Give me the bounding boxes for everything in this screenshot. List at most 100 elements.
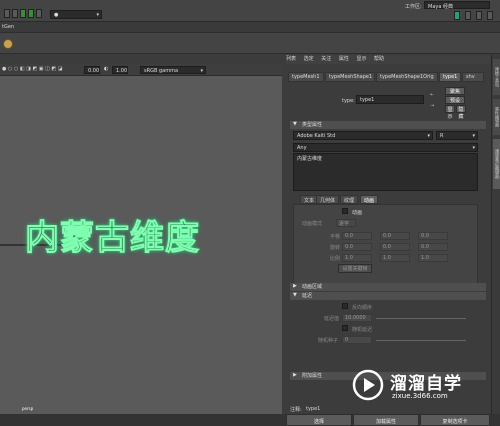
random-seed-label: 随机种子	[318, 338, 339, 344]
random-delay-label: 随机延迟	[352, 327, 373, 333]
tool-icon[interactable]	[20, 9, 26, 18]
reverse-order-checkbox[interactable]	[342, 303, 348, 309]
menu-item[interactable]: 帮助	[374, 56, 384, 62]
animate-label: 动画	[352, 210, 363, 216]
play-logo-icon	[352, 369, 384, 401]
delay-slider[interactable]	[376, 318, 466, 319]
workspace-label: 工作区:	[405, 4, 422, 10]
tab-modeling-toolkit[interactable]: 建模工具包	[493, 59, 500, 95]
watermark-brand: 溜溜自学	[390, 374, 462, 394]
chevron-down-icon: ▾	[96, 12, 99, 18]
tab-attribute-editor[interactable]: 属性编辑器	[493, 99, 500, 135]
reverse-order-label: 反向顺序	[352, 305, 373, 311]
font-dropdown[interactable]: Adobe Kaiti Std ▾	[293, 131, 433, 140]
gamma-field[interactable]: 1.00	[112, 66, 128, 74]
random-delay-checkbox[interactable]	[342, 325, 348, 331]
tab-shv[interactable]: shv	[462, 72, 484, 82]
focus-button[interactable]: 聚焦	[445, 87, 465, 95]
layout-icon[interactable]	[465, 11, 471, 20]
translate-x-field[interactable]: 0.0	[342, 232, 372, 240]
writing-system-dropdown[interactable]: Any ▾	[293, 143, 478, 152]
tool-icon[interactable]	[12, 9, 18, 18]
layout-icon[interactable]	[454, 11, 460, 20]
rotate-y-field[interactable]: 0.0	[380, 243, 410, 251]
input-connection-icon[interactable]: ⇠	[430, 92, 434, 98]
scale-x-field[interactable]: 1.0	[342, 254, 372, 262]
mode-dropdown[interactable]: ● ▾	[50, 10, 102, 19]
workspace-dropdown[interactable]: Maya 经典	[424, 1, 490, 10]
presets-button[interactable]: 预设	[445, 96, 465, 104]
chevron-down-icon: ▾	[472, 133, 475, 139]
layout-icon[interactable]	[487, 11, 493, 20]
load-attributes-button[interactable]: 加载属性	[353, 414, 419, 426]
select-button[interactable]: 选择	[286, 414, 352, 426]
panel-icons[interactable]: ● ○ ○ ◧ ◨ ◩ ▣ ◫ ◩ ◪	[2, 66, 62, 72]
copy-tab-button[interactable]: 复制选项卡	[420, 414, 490, 426]
watermark: 溜溜自学 zixue.3d66.com	[352, 365, 482, 407]
menu-item[interactable]: 属性	[339, 56, 349, 62]
node-tabs: typeMesh1 typeMeshShape1 typeMeshShape1O…	[286, 72, 490, 82]
section-animation-area[interactable]: ▶ 动画区域	[290, 283, 486, 291]
type-name-field[interactable]: type1	[356, 95, 424, 104]
3d-text[interactable]: 内蒙古维度	[25, 210, 200, 259]
translate-z-field[interactable]: 0.0	[418, 232, 448, 240]
tool-icon[interactable]	[4, 9, 10, 18]
menu-item[interactable]: 列表	[286, 56, 296, 62]
chevron-down-icon: ▾	[200, 68, 203, 74]
tool-icon[interactable]	[28, 9, 34, 18]
shelf	[0, 32, 500, 54]
section-delay[interactable]: ▼ 延迟	[290, 292, 486, 300]
hide-button[interactable]: 隐藏	[456, 105, 466, 120]
layout-icon[interactable]	[476, 11, 482, 20]
delay-field[interactable]: 10.0000	[342, 314, 372, 322]
output-connection-icon[interactable]: ⇢	[430, 103, 434, 109]
tab-channel-box[interactable]: 通道盒/层编辑器	[493, 139, 500, 189]
anim-mode-dropdown[interactable]: 逐字	[336, 219, 356, 227]
watermark-url: zixue.3d66.com	[392, 392, 448, 400]
type-label: type:	[342, 98, 355, 104]
scale-y-field[interactable]: 1.0	[380, 254, 410, 262]
tab-texture[interactable]: 纹理	[340, 195, 359, 204]
random-seed-field[interactable]: 0	[342, 336, 372, 344]
gamma-icon: ◐	[104, 66, 109, 72]
menu-item[interactable]: 关注	[321, 56, 331, 62]
triangle-down-icon: ▼	[293, 121, 297, 127]
scale-z-field[interactable]: 1.0	[418, 254, 448, 262]
rotate-z-field[interactable]: 0.0	[418, 243, 448, 251]
tab-animation[interactable]: 动画	[360, 195, 379, 204]
viewport-toolbar: ● ○ ○ ◧ ◨ ◩ ▣ ◫ ◩ ◪ 0.00 ◐ 1.00 sRGB gam…	[0, 64, 282, 76]
triangle-right-icon: ▶	[293, 283, 297, 289]
menu-item[interactable]: 显示	[356, 56, 366, 62]
notes-value: type1	[306, 406, 321, 412]
tab-typemesh1[interactable]: typeMesh1	[288, 72, 324, 82]
tool-icon[interactable]	[36, 9, 42, 18]
animate-checkbox[interactable]	[342, 208, 348, 214]
chevron-down-icon: ▾	[472, 145, 475, 151]
tab-typemeshshape1orig[interactable]: typeMeshShape1Orig	[376, 72, 438, 82]
menu-item[interactable]: 选定	[304, 56, 314, 62]
user-icon: ●	[54, 12, 59, 18]
section-type-attributes[interactable]: ▼ 类型属性	[290, 121, 486, 129]
random-seed-slider[interactable]	[376, 340, 466, 341]
translate-label: 平移	[330, 234, 341, 240]
triangle-right-icon: ▶	[293, 372, 297, 378]
anim-mode-label: 动画模式	[302, 221, 323, 227]
tab-geometry[interactable]: 几何体	[316, 195, 340, 204]
set-keyframe-button[interactable]: 设置关键帧	[338, 264, 372, 273]
tab-typemeshshape1[interactable]: typeMeshShape1	[325, 72, 375, 82]
chevron-down-icon: ▾	[427, 133, 430, 139]
color-space-dropdown[interactable]: sRGB gamma ▾	[140, 66, 206, 74]
notes-label: 注释:	[290, 407, 302, 413]
delay-label: 延迟值	[324, 316, 340, 322]
show-button[interactable]: 显示	[445, 105, 455, 120]
tab-type1[interactable]: type1	[439, 72, 461, 82]
exposure-field[interactable]: 0.00	[84, 66, 100, 74]
scale-label: 比例	[330, 256, 341, 262]
translate-y-field[interactable]: 0.0	[380, 232, 410, 240]
text-input-area[interactable]: 内蒙古维度	[293, 153, 478, 191]
font-style-dropdown[interactable]: R ▾	[436, 131, 478, 140]
shelf-item-icon[interactable]	[3, 39, 13, 49]
triangle-down-icon: ▼	[293, 292, 297, 298]
rotate-x-field[interactable]: 0.0	[342, 243, 372, 251]
main-toolbar: ● ▾ 工作区: Maya 经典	[0, 0, 500, 22]
